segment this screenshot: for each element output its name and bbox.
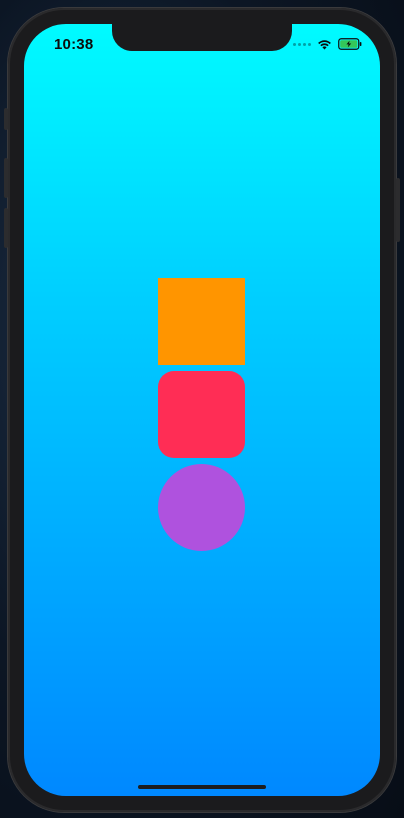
notch <box>112 24 292 51</box>
silent-switch <box>4 108 8 130</box>
volume-up-button <box>4 158 8 198</box>
cellular-dots-icon <box>293 42 311 46</box>
home-indicator[interactable] <box>138 785 266 789</box>
power-button <box>396 178 400 242</box>
wifi-icon <box>318 39 331 49</box>
battery-charging-icon <box>338 38 362 50</box>
status-indicators <box>293 38 362 50</box>
orange-square <box>158 278 245 365</box>
volume-down-button <box>4 208 8 248</box>
status-time: 10:38 <box>54 36 94 53</box>
red-rounded-square <box>158 371 245 458</box>
purple-circle <box>158 464 245 551</box>
app-screen: 10:38 <box>24 24 380 796</box>
